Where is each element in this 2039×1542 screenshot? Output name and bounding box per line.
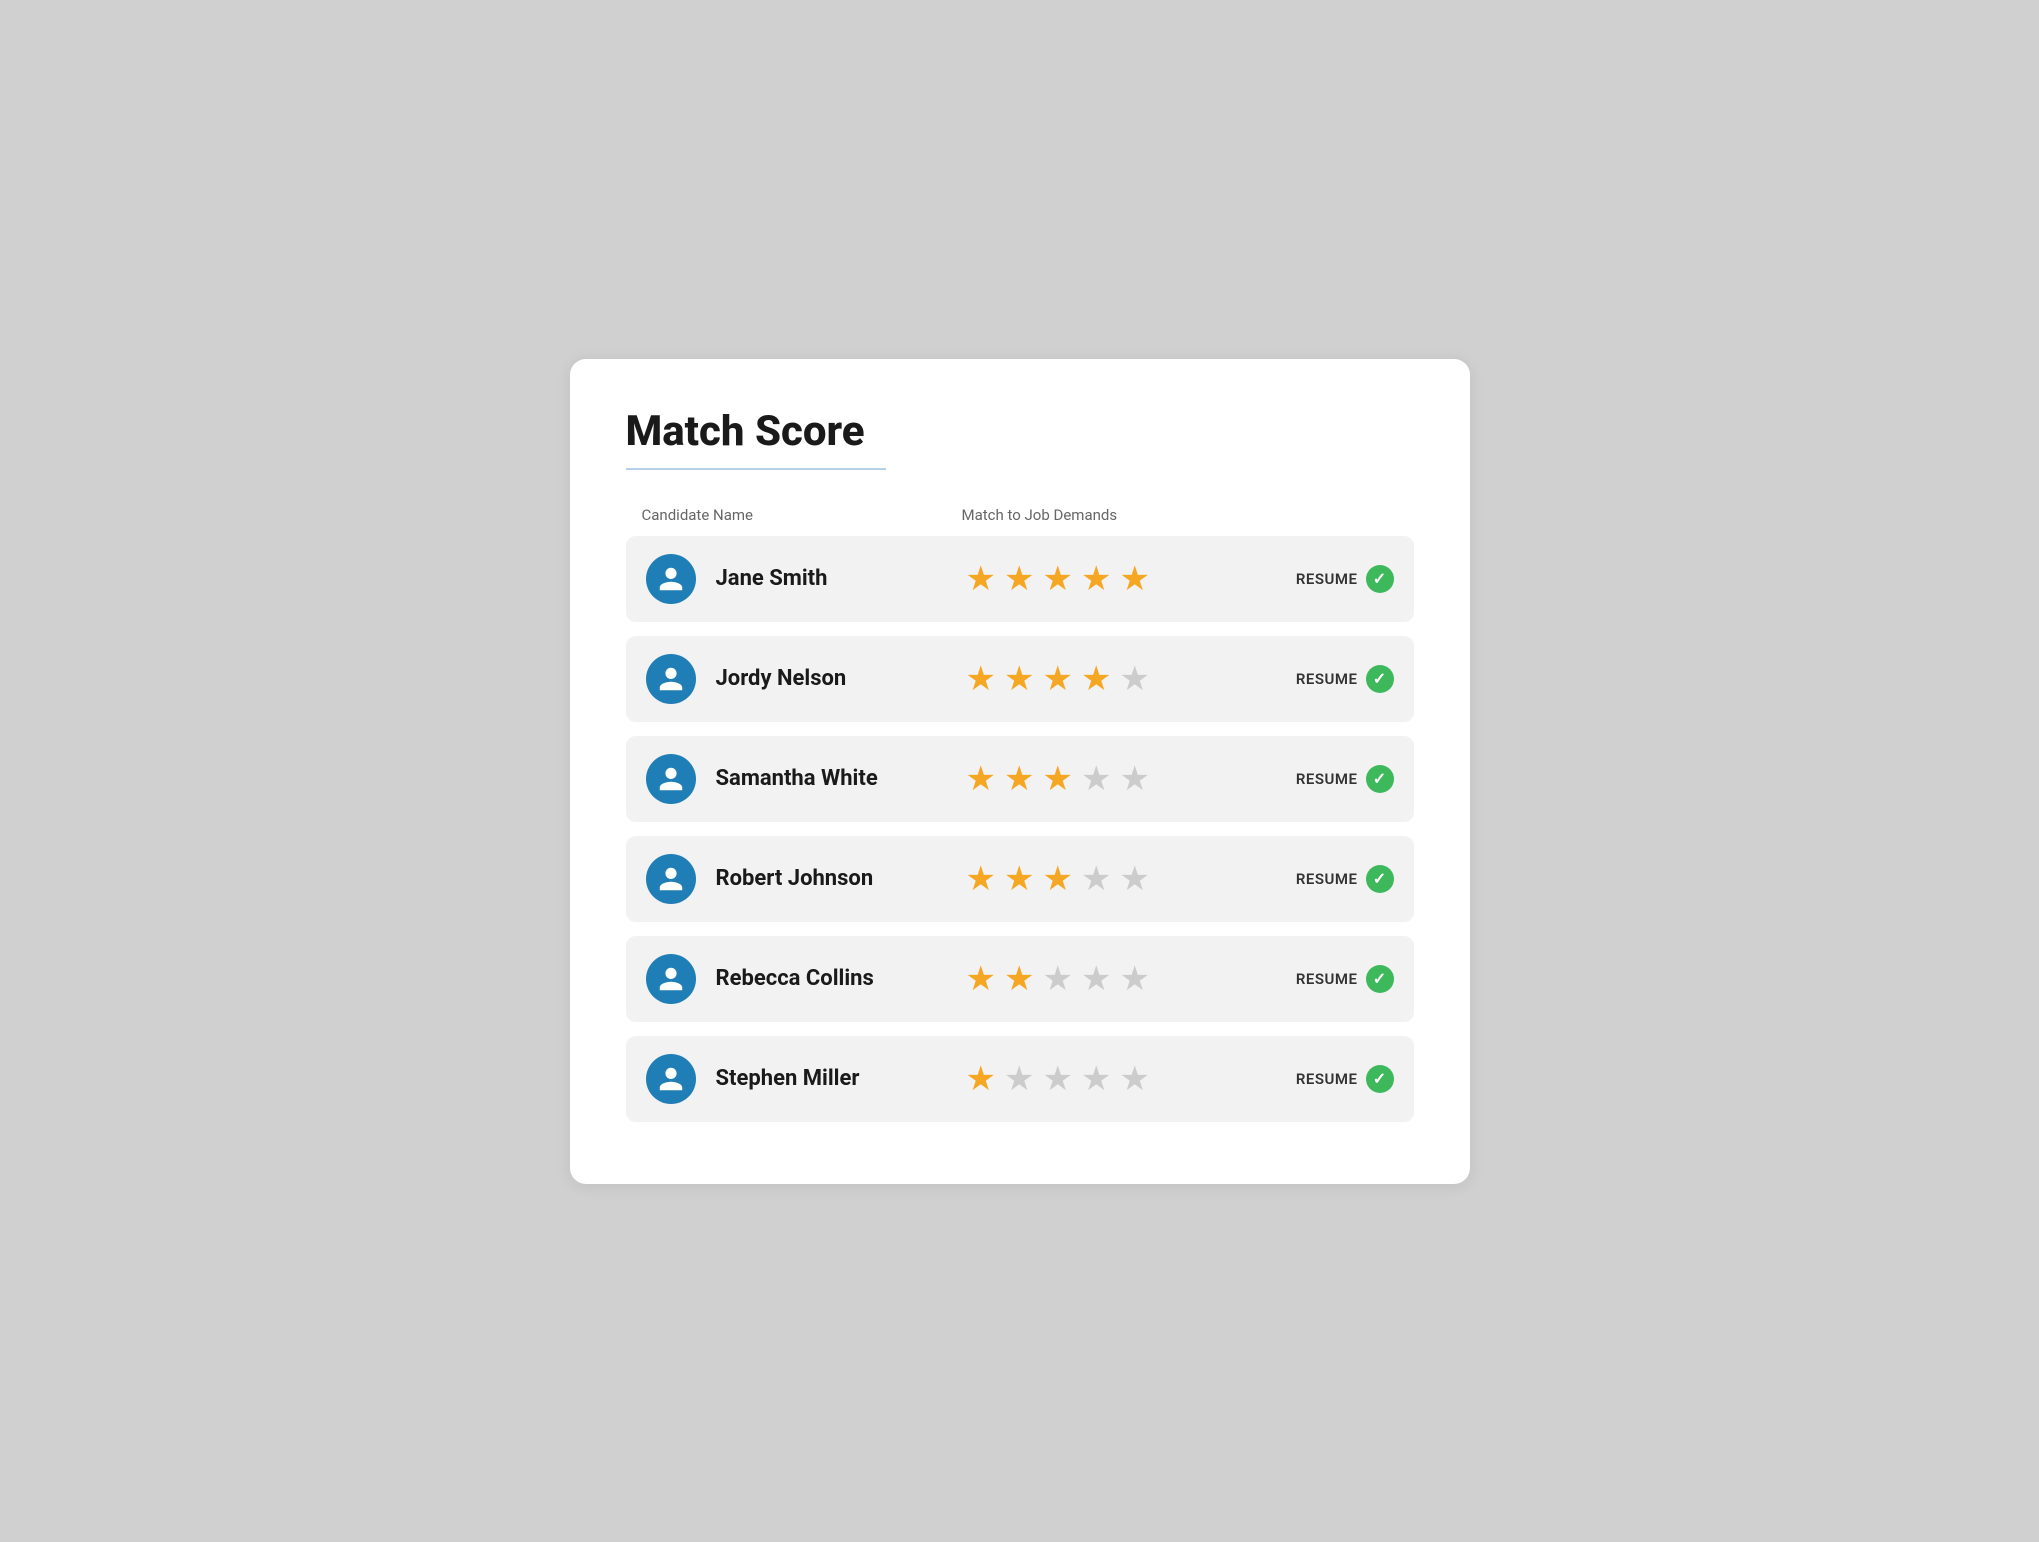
star-4-robert-johnson: ★ [1081,862,1111,896]
resume-label-robert-johnson: RESUME [1296,870,1358,888]
col-header-match: Match to Job Demands [962,506,1398,524]
candidate-name-rebecca-collins: Rebecca Collins [716,966,966,991]
resume-section-stephen-miller[interactable]: RESUME ✓ [1264,1065,1394,1093]
avatar-robert-johnson [646,854,696,904]
star-1-samantha-white: ★ [966,762,996,796]
candidate-row-jane-smith[interactable]: Jane Smith★★★★★RESUME✓ [626,536,1414,622]
candidate-row-robert-johnson[interactable]: Robert Johnson★★★★★RESUME✓ [626,836,1414,922]
person-icon [657,665,685,693]
star-1-robert-johnson: ★ [966,862,996,896]
person-icon [657,765,685,793]
check-icon-jane-smith: ✓ [1366,565,1394,593]
check-icon-samantha-white: ✓ [1366,765,1394,793]
star-2-rebecca-collins: ★ [1004,962,1034,996]
candidate-name-jordy-nelson: Jordy Nelson [716,666,966,691]
check-icon-jordy-nelson: ✓ [1366,665,1394,693]
person-icon [657,965,685,993]
resume-label-rebecca-collins: RESUME [1296,970,1358,988]
star-3-jane-smith: ★ [1042,562,1072,596]
star-5-robert-johnson: ★ [1119,862,1149,896]
candidate-name-robert-johnson: Robert Johnson [716,866,966,891]
candidate-name-jane-smith: Jane Smith [716,566,966,591]
resume-section-samantha-white[interactable]: RESUME ✓ [1264,765,1394,793]
star-1-jane-smith: ★ [966,562,996,596]
star-1-rebecca-collins: ★ [966,962,996,996]
star-1-stephen-miller: ★ [966,1062,996,1096]
resume-label-jordy-nelson: RESUME [1296,670,1358,688]
star-4-rebecca-collins: ★ [1081,962,1111,996]
page-title: Match Score [626,407,1414,456]
resume-section-robert-johnson[interactable]: RESUME ✓ [1264,865,1394,893]
star-5-jane-smith: ★ [1119,562,1149,596]
star-2-robert-johnson: ★ [1004,862,1034,896]
candidate-row-jordy-nelson[interactable]: Jordy Nelson★★★★★RESUME✓ [626,636,1414,722]
resume-label-stephen-miller: RESUME [1296,1070,1358,1088]
candidate-name-stephen-miller: Stephen Miller [716,1066,966,1091]
check-icon-rebecca-collins: ✓ [1366,965,1394,993]
title-divider [626,468,886,470]
star-1-jordy-nelson: ★ [966,662,996,696]
star-4-samantha-white: ★ [1081,762,1111,796]
resume-section-rebecca-collins[interactable]: RESUME ✓ [1264,965,1394,993]
star-3-robert-johnson: ★ [1042,862,1072,896]
star-5-jordy-nelson: ★ [1119,662,1149,696]
stars-stephen-miller: ★★★★★ [966,1062,1264,1096]
star-3-samantha-white: ★ [1042,762,1072,796]
avatar-jordy-nelson [646,654,696,704]
column-headers: Candidate Name Match to Job Demands [626,506,1414,536]
resume-section-jane-smith[interactable]: RESUME ✓ [1264,565,1394,593]
resume-label-samantha-white: RESUME [1296,770,1358,788]
star-5-stephen-miller: ★ [1119,1062,1149,1096]
stars-robert-johnson: ★★★★★ [966,862,1264,896]
stars-samantha-white: ★★★★★ [966,762,1264,796]
avatar-stephen-miller [646,1054,696,1104]
star-2-jane-smith: ★ [1004,562,1034,596]
stars-rebecca-collins: ★★★★★ [966,962,1264,996]
candidate-name-samantha-white: Samantha White [716,766,966,791]
avatar-samantha-white [646,754,696,804]
star-2-samantha-white: ★ [1004,762,1034,796]
star-3-jordy-nelson: ★ [1042,662,1072,696]
candidate-row-rebecca-collins[interactable]: Rebecca Collins★★★★★RESUME✓ [626,936,1414,1022]
person-icon [657,1065,685,1093]
resume-section-jordy-nelson[interactable]: RESUME ✓ [1264,665,1394,693]
resume-label-jane-smith: RESUME [1296,570,1358,588]
candidate-row-stephen-miller[interactable]: Stephen Miller★★★★★RESUME✓ [626,1036,1414,1122]
star-3-rebecca-collins: ★ [1042,962,1072,996]
star-3-stephen-miller: ★ [1042,1062,1072,1096]
star-5-rebecca-collins: ★ [1119,962,1149,996]
star-4-jordy-nelson: ★ [1081,662,1111,696]
person-icon [657,865,685,893]
check-icon-stephen-miller: ✓ [1366,1065,1394,1093]
star-2-stephen-miller: ★ [1004,1062,1034,1096]
star-4-stephen-miller: ★ [1081,1062,1111,1096]
stars-jordy-nelson: ★★★★★ [966,662,1264,696]
star-2-jordy-nelson: ★ [1004,662,1034,696]
candidates-list: Jane Smith★★★★★RESUME✓ Jordy Nelson★★★★★… [626,536,1414,1122]
candidate-row-samantha-white[interactable]: Samantha White★★★★★RESUME✓ [626,736,1414,822]
person-icon [657,565,685,593]
star-4-jane-smith: ★ [1081,562,1111,596]
stars-jane-smith: ★★★★★ [966,562,1264,596]
col-header-name: Candidate Name [642,506,962,524]
avatar-jane-smith [646,554,696,604]
star-5-samantha-white: ★ [1119,762,1149,796]
match-score-card: Match Score Candidate Name Match to Job … [570,359,1470,1184]
check-icon-robert-johnson: ✓ [1366,865,1394,893]
avatar-rebecca-collins [646,954,696,1004]
